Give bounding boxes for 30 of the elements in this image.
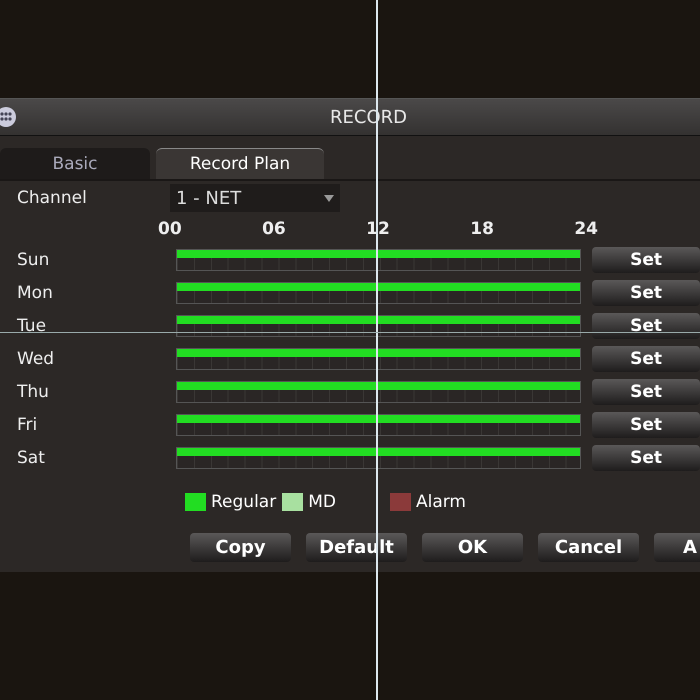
caret-icon: [324, 194, 334, 202]
tab[interactable]: Basic: [0, 148, 150, 179]
set-button[interactable]: Set: [592, 312, 700, 338]
legend-label: Alarm: [416, 492, 466, 512]
set-button[interactable]: Set: [592, 444, 700, 470]
hour-label: 24: [574, 219, 598, 239]
set-button[interactable]: Set: [592, 280, 700, 306]
legend-label: Regular: [211, 492, 276, 512]
set-button[interactable]: Set: [592, 378, 700, 404]
day-label: Tue: [16, 316, 48, 336]
dialog-button[interactable]: OK: [422, 533, 523, 562]
set-button[interactable]: Set: [592, 412, 700, 438]
channel-label: Channel: [16, 188, 88, 208]
day-label: Fri: [16, 414, 38, 434]
hour-label: 00: [158, 219, 182, 239]
channel-dropdown[interactable]: 1 - NET: [170, 184, 340, 212]
dialog-button[interactable]: A: [654, 533, 700, 562]
dialog-button[interactable]: Cancel: [538, 533, 639, 562]
day-label: Thu: [16, 382, 50, 402]
set-button[interactable]: Set: [592, 246, 700, 272]
tab[interactable]: Record Plan: [156, 148, 324, 179]
day-label: Sun: [16, 250, 50, 270]
legend-label: MD: [308, 492, 336, 512]
hour-label: 18: [470, 219, 494, 239]
day-label: Wed: [16, 348, 56, 368]
dialog-button[interactable]: Copy: [190, 533, 291, 562]
hour-label: 06: [262, 219, 286, 239]
set-button[interactable]: Set: [592, 346, 700, 372]
day-label: Sat: [16, 448, 46, 468]
day-label: Mon: [16, 282, 54, 302]
